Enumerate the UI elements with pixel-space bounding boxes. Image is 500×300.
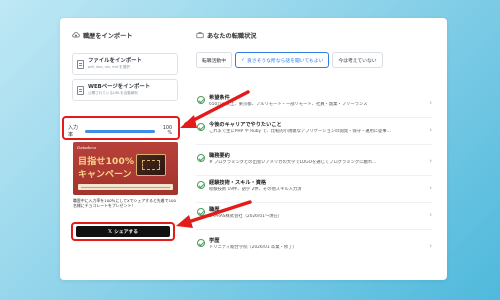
status-section: あなたの転職状況 xyxy=(196,30,432,40)
list-item[interactable]: 学歴 トリニティ総合学院（2026/01 卒業・修了） › xyxy=(196,235,432,261)
progress-row: 入力率 100 % xyxy=(68,124,172,138)
file-import-button[interactable]: ファイルをインポート pdf, doc, xls, md を選択 xyxy=(72,53,178,75)
item-title: 職歴 xyxy=(209,207,220,213)
file-import-sub: pdf, doc, xls, md を選択 xyxy=(88,65,130,69)
briefcase-icon xyxy=(196,32,204,39)
web-page-icon xyxy=(77,85,84,95)
banner-headline-2: キャンペーン xyxy=(78,170,132,180)
import-section: 職歴をインポート xyxy=(72,30,178,40)
cloud-upload-icon xyxy=(72,32,80,38)
check-circle-icon xyxy=(197,96,205,104)
item-title: 今後のキャリアでやりたいこと xyxy=(209,122,282,128)
list-item[interactable]: 職歴 LAPRAS株式会社（2026/01〜現在） › xyxy=(196,204,432,230)
progress-percent: 100 % xyxy=(162,126,172,136)
item-title: 希望条件 xyxy=(209,95,230,101)
banner-brand: Datadeco xyxy=(77,145,97,150)
check-circle-icon xyxy=(197,154,205,162)
list-item[interactable]: 希望条件 650万円以上、東京都、フルリモート・一部リモート、社員・副業・フリー… xyxy=(196,92,432,118)
chevron-right-icon: › xyxy=(429,211,432,219)
tab-label: 転職活動中 xyxy=(202,58,226,64)
share-description: 職歴中に入力率を100％にしてXでシェアすると先着で100名様にチョコレートをプ… xyxy=(73,198,176,208)
progress-fill xyxy=(85,129,155,133)
web-import-button[interactable]: WEBページをインポート 公開されているURLを自動解析 xyxy=(72,79,178,101)
chevron-right-icon: › xyxy=(429,157,432,165)
tab-not-considering[interactable]: 今は考えていない xyxy=(332,52,383,68)
x-icon: 𝕏 xyxy=(107,228,113,235)
share-button-label: シェアする xyxy=(114,230,139,235)
banner-headline-1: 目指せ100% xyxy=(78,157,135,167)
check-circle-icon xyxy=(197,181,205,189)
progress-label: 入力率 xyxy=(68,125,79,138)
progress-bar xyxy=(85,129,155,133)
campaign-banner[interactable]: Datadeco 目指せ100% キャンペーン xyxy=(73,142,178,195)
item-detail: これまで主にPHP や Ruby で、比較的小規模なアプリケーションの開発・保守… xyxy=(209,129,392,134)
item-detail: LAPRAS株式会社（2026/01〜現在） xyxy=(209,214,283,219)
item-detail: 経験技術 19件、語学 2件、その他スキル入力済 xyxy=(209,187,302,192)
status-tabs: 転職活動中 ✓ 良さそうな所なら話を聞いてもよい 今は考えていない xyxy=(196,52,383,68)
item-detail: トリニティ総合学院（2026/01 卒業・修了） xyxy=(209,245,297,250)
list-item[interactable]: 今後のキャリアでやりたいこと これまで主にPHP や Ruby で、比較的小規模… xyxy=(196,119,432,145)
tab-job-hunting[interactable]: 転職活動中 xyxy=(196,52,232,68)
item-detail: 650万円以上、東京都、フルリモート・一部リモート、社員・副業・フリーランス xyxy=(209,102,368,107)
file-icon xyxy=(77,59,84,69)
item-title: 学歴 xyxy=(209,238,220,244)
item-title: 職務要約 xyxy=(209,153,230,159)
web-import-sub: 公開されているURLを自動解析 xyxy=(88,91,139,95)
chevron-right-icon: › xyxy=(429,184,432,192)
tab-label: 今は考えていない xyxy=(338,58,377,64)
share-button[interactable]: 𝕏 シェアする xyxy=(76,226,170,237)
check-icon: ✓ xyxy=(241,57,246,63)
web-import-title: WEBページをインポート xyxy=(88,84,151,90)
tab-label: 良さそうな所なら話を聞いてもよい xyxy=(247,58,324,64)
list-item[interactable]: 職務要約 # プログラミングとの出会いアメリカの大学でLOGOを通じてプログラミ… xyxy=(196,150,432,176)
status-title: あなたの転職状況 xyxy=(207,32,257,40)
item-detail: # プログラミングとの出会いアメリカの大学でLOGOを通じてプログラミングに触れ… xyxy=(209,160,377,165)
chevron-right-icon: › xyxy=(429,126,432,134)
check-circle-icon xyxy=(197,239,205,247)
chocolate-image xyxy=(136,154,166,176)
check-circle-icon xyxy=(197,208,205,216)
check-circle-icon xyxy=(197,123,205,131)
chevron-right-icon: › xyxy=(429,99,432,107)
tab-open-to-talk[interactable]: ✓ 良さそうな所なら話を聞いてもよい xyxy=(235,52,330,68)
file-import-title: ファイルをインポート xyxy=(88,58,142,64)
progress-highlight: 入力率 100 % xyxy=(62,116,180,140)
banner-note xyxy=(78,184,173,190)
item-title: 経験技術・スキル・資格 xyxy=(209,180,267,186)
chevron-right-icon: › xyxy=(429,242,432,250)
import-title: 職歴をインポート xyxy=(83,32,133,40)
list-item[interactable]: 経験技術・スキル・資格 経験技術 19件、語学 2件、その他スキル入力済 › xyxy=(196,177,432,203)
